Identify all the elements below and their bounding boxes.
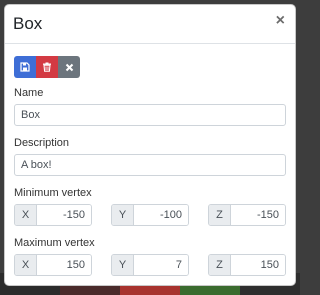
box-edit-dialog: Box × Name Box Description A box! Minimu… bbox=[4, 4, 296, 286]
max-z-field: Z bbox=[208, 254, 286, 276]
x-axis-label: X bbox=[15, 205, 37, 225]
save-button[interactable] bbox=[14, 56, 36, 78]
trash-icon bbox=[43, 62, 51, 72]
minimum-vertex-group: Minimum vertex X Y Z bbox=[14, 186, 286, 226]
max-z-input[interactable] bbox=[231, 255, 285, 275]
max-y-field: Y bbox=[111, 254, 189, 276]
min-y-input[interactable] bbox=[134, 205, 188, 225]
save-icon bbox=[20, 62, 30, 72]
description-group: Description bbox=[14, 136, 286, 176]
min-z-input[interactable] bbox=[231, 205, 285, 225]
max-y-input[interactable] bbox=[134, 255, 188, 275]
description-input[interactable] bbox=[14, 154, 286, 176]
dialog-body: Name Description Minimum vertex X Y Z bbox=[5, 44, 295, 276]
min-y-field: Y bbox=[111, 204, 189, 226]
close-icon bbox=[65, 63, 73, 71]
maximum-vertex-row: X Y Z bbox=[14, 254, 286, 276]
close-dialog-button[interactable]: × bbox=[276, 13, 285, 29]
min-x-field: X bbox=[14, 204, 92, 226]
dialog-title: Box bbox=[13, 14, 43, 33]
maximum-vertex-label: Maximum vertex bbox=[14, 237, 95, 249]
name-input[interactable] bbox=[14, 104, 286, 126]
min-x-input[interactable] bbox=[37, 205, 91, 225]
delete-button[interactable] bbox=[36, 56, 58, 78]
name-label: Name bbox=[14, 87, 44, 99]
name-group: Name bbox=[14, 86, 286, 126]
z-axis-label: Z bbox=[209, 205, 231, 225]
minimum-vertex-row: X Y Z bbox=[14, 204, 286, 226]
max-x-field: X bbox=[14, 254, 92, 276]
cancel-button[interactable] bbox=[58, 56, 80, 78]
maximum-vertex-group: Maximum vertex X Y Z bbox=[14, 236, 286, 276]
y-axis-label: Y bbox=[112, 255, 134, 275]
z-axis-label: Z bbox=[209, 255, 231, 275]
minimum-vertex-label: Minimum vertex bbox=[14, 187, 92, 199]
toolbar bbox=[14, 56, 286, 78]
x-axis-label: X bbox=[15, 255, 37, 275]
max-x-input[interactable] bbox=[37, 255, 91, 275]
y-axis-label: Y bbox=[112, 205, 134, 225]
dialog-header: Box × bbox=[5, 5, 295, 44]
min-z-field: Z bbox=[208, 204, 286, 226]
description-label: Description bbox=[14, 137, 70, 149]
